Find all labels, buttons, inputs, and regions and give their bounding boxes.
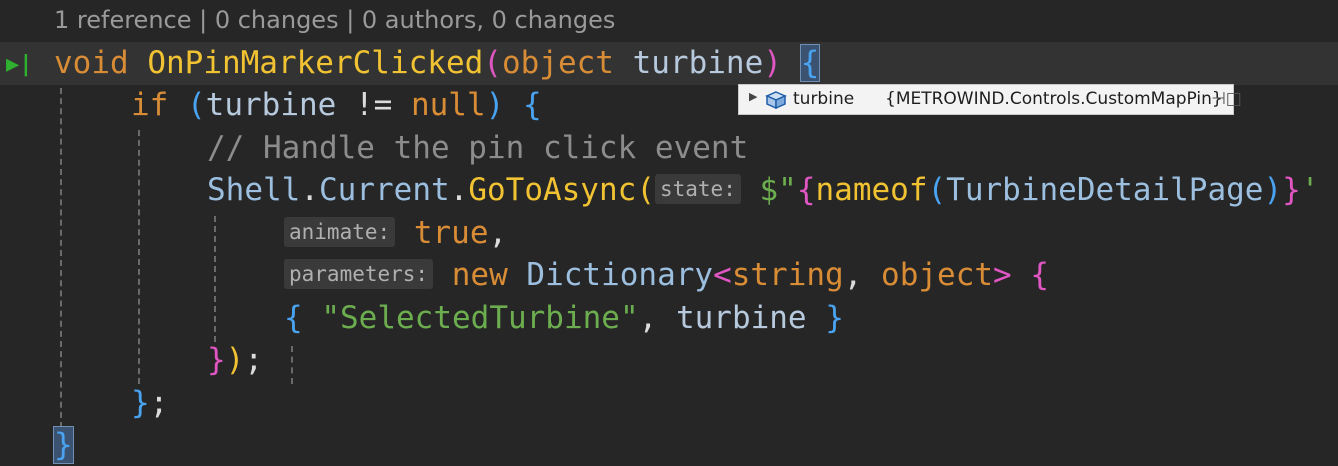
string-literal: "SelectedTurbine" bbox=[321, 300, 639, 336]
brace: { bbox=[1030, 257, 1050, 293]
keyword-null: null bbox=[410, 87, 486, 123]
code-line-5[interactable]: animate: true, bbox=[284, 212, 507, 254]
code-line-10[interactable]: } bbox=[53, 424, 74, 466]
paren: ( bbox=[483, 45, 502, 81]
keyword-string: string bbox=[731, 257, 844, 293]
brace: } bbox=[825, 300, 844, 336]
type-turbinedetailpage: TurbineDetailPage bbox=[946, 172, 1264, 208]
angle-bracket: < bbox=[713, 257, 732, 293]
brace: { bbox=[796, 172, 816, 208]
brace: } bbox=[207, 342, 226, 378]
code-line-3[interactable]: // Handle the pin click event bbox=[207, 127, 748, 169]
code-line-2[interactable]: if (turbine != null) { bbox=[131, 84, 542, 126]
object-cube-icon bbox=[765, 91, 787, 114]
code-line-7[interactable]: { "SelectedTurbine", turbine } bbox=[284, 297, 844, 339]
keyword-true: true bbox=[413, 215, 489, 251]
brace: { bbox=[522, 87, 542, 123]
code-line-8[interactable]: }); bbox=[207, 339, 263, 381]
keyword-object: object bbox=[881, 257, 994, 293]
operator: != bbox=[336, 87, 411, 123]
comma: , bbox=[843, 257, 882, 293]
matched-brace: } bbox=[53, 426, 74, 464]
brace: { bbox=[284, 300, 303, 336]
comment: // Handle the pin click event bbox=[207, 130, 749, 166]
var-turbine: turbine bbox=[675, 300, 807, 336]
inlay-hint-animate: animate: bbox=[284, 216, 396, 247]
paren: ) bbox=[763, 45, 782, 81]
run-to-cursor-icon[interactable]: ▶| bbox=[6, 52, 33, 77]
indent-guide bbox=[60, 88, 62, 428]
keyword-void: void bbox=[54, 45, 129, 81]
param-turbine: turbine bbox=[632, 45, 764, 81]
semicolon: ; bbox=[244, 342, 264, 378]
keyword-nameof: nameof bbox=[815, 172, 928, 208]
code-line-9[interactable]: }; bbox=[131, 382, 168, 424]
keyword-if: if bbox=[131, 87, 169, 123]
indent-guide bbox=[214, 216, 216, 342]
semicolon: ; bbox=[149, 385, 169, 421]
pin-icon[interactable]: ⊣□ bbox=[1211, 89, 1242, 109]
paren: ( bbox=[187, 87, 206, 123]
inlay-hint-parameters: parameters: bbox=[284, 258, 434, 289]
code-line-6[interactable]: parameters: new Dictionary<string, objec… bbox=[284, 254, 1049, 296]
code-line-1[interactable]: void OnPinMarkerClicked(object turbine) … bbox=[54, 42, 821, 84]
string-interp-start: $" bbox=[759, 172, 797, 208]
indent-guide bbox=[138, 130, 140, 384]
dot: . bbox=[449, 172, 469, 208]
comma: , bbox=[488, 215, 508, 251]
code-line-4[interactable]: Shell.Current.GoToAsync(state: $"{nameof… bbox=[207, 169, 1319, 211]
method-name: OnPinMarkerClicked bbox=[147, 45, 484, 81]
paren: ) bbox=[225, 342, 245, 378]
expand-arrow-icon[interactable]: ▶ bbox=[749, 90, 757, 103]
debugger-datatip[interactable]: ▶ turbine {METROWIND.Controls.CustomMapP… bbox=[738, 84, 1242, 115]
codelens[interactable]: 1 reference | 0 changes | 0 authors, 0 c… bbox=[54, 6, 615, 34]
paren: ( bbox=[927, 172, 947, 208]
datatip-name: turbine bbox=[793, 89, 855, 109]
dot: . bbox=[300, 172, 319, 208]
matched-brace: { bbox=[799, 44, 821, 82]
method-gotoasync: GoToAsync bbox=[468, 172, 637, 208]
brace: } bbox=[1282, 172, 1301, 208]
paren: ( bbox=[636, 172, 655, 208]
keyword-object: object bbox=[501, 45, 614, 81]
angle-bracket: > bbox=[993, 257, 1012, 293]
type-dictionary: Dictionary bbox=[526, 257, 714, 293]
brace: } bbox=[131, 385, 150, 421]
prop-current: Current bbox=[319, 172, 450, 208]
paren: ) bbox=[485, 87, 505, 123]
comma: , bbox=[638, 300, 676, 336]
var-turbine: turbine bbox=[205, 87, 337, 123]
inlay-hint-state: state: bbox=[654, 173, 741, 204]
indent-guide bbox=[291, 346, 293, 384]
keyword-new: new bbox=[451, 257, 508, 293]
quote: ' bbox=[1300, 172, 1320, 208]
type-shell: Shell bbox=[207, 172, 301, 208]
datatip-value[interactable]: {METROWIND.Controls.CustomMapPin} bbox=[885, 89, 1223, 109]
paren: ) bbox=[1263, 172, 1283, 208]
